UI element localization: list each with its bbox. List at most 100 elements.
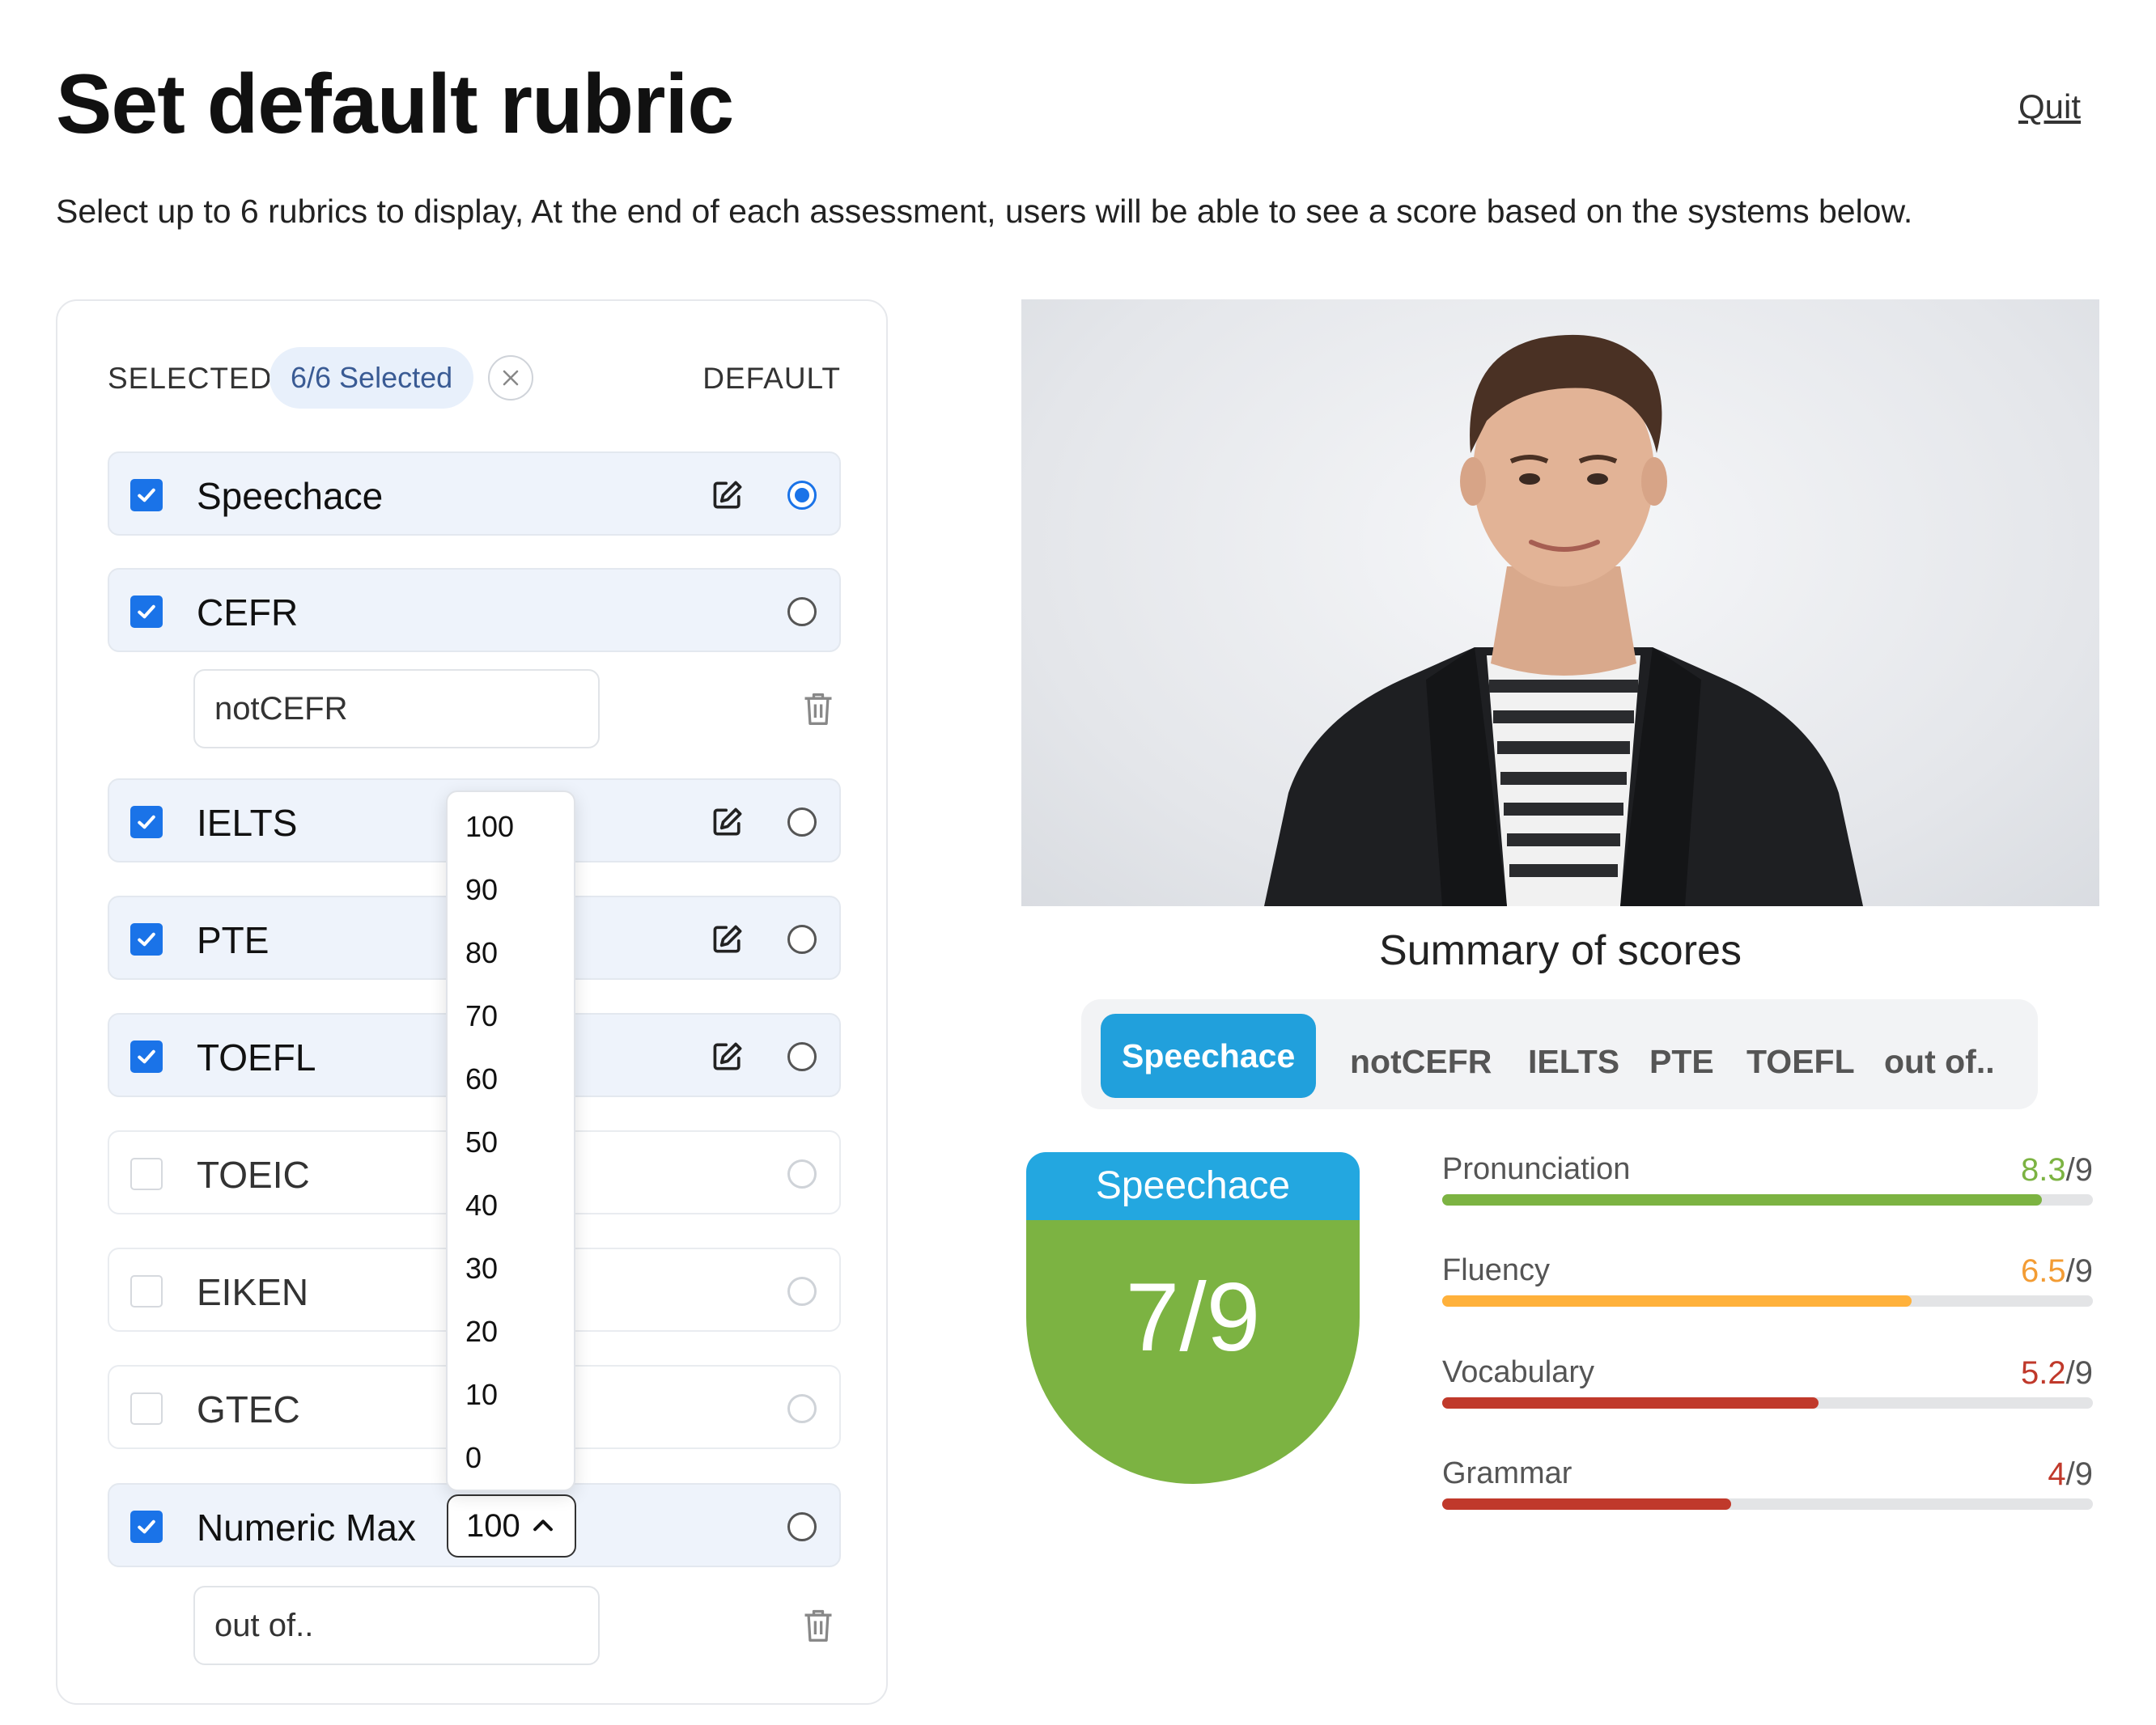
tab-ielts[interactable]: IELTS: [1528, 1019, 1619, 1104]
summary-title: Summary of scores: [1379, 927, 1742, 974]
check-icon: [138, 932, 155, 947]
metric-value: 6.5/9: [2021, 1253, 2093, 1290]
default-radio-numeric-max[interactable]: [787, 1512, 817, 1541]
rubric-row-cefr: CEFR: [108, 568, 841, 652]
checkbox-eiken[interactable]: [130, 1275, 163, 1308]
page-title: Set default rubric: [56, 57, 734, 151]
metric-name: Vocabulary: [1442, 1355, 1595, 1389]
metric-fluency: Fluency 6.5/9: [1442, 1253, 2093, 1342]
tab-out-of[interactable]: out of..: [1884, 1019, 1995, 1104]
default-radio-eiken[interactable]: [787, 1277, 817, 1306]
default-radio-gtec[interactable]: [787, 1394, 817, 1423]
default-radio-pte[interactable]: [787, 925, 817, 954]
default-label: DEFAULT: [702, 362, 841, 395]
trash-icon[interactable]: [800, 1606, 836, 1645]
metric-name: Fluency: [1442, 1253, 1551, 1287]
quit-link[interactable]: Quit: [2018, 87, 2081, 126]
checkbox-speechace[interactable]: [130, 479, 163, 511]
numeric-max-alias-input[interactable]: [193, 1586, 600, 1665]
metric-bar-track: [1442, 1194, 2093, 1206]
rubric-label: CEFR: [197, 591, 299, 634]
metric-max: /9: [2065, 1456, 2093, 1492]
metric-max: /9: [2065, 1152, 2093, 1188]
rubric-label: Speechace: [197, 475, 384, 517]
presenter-image: [1264, 334, 1863, 906]
check-icon: [138, 815, 155, 829]
dropdown-option[interactable]: 20: [465, 1315, 498, 1349]
metric-max: /9: [2065, 1355, 2093, 1391]
tab-pte[interactable]: PTE: [1649, 1019, 1714, 1104]
check-icon: [138, 1519, 155, 1534]
max-value-text: 100: [466, 1508, 520, 1544]
dropdown-option[interactable]: 0: [465, 1441, 482, 1475]
dropdown-option[interactable]: 40: [465, 1189, 498, 1223]
page-subtitle: Select up to 6 rubrics to display, At th…: [56, 193, 1913, 230]
trash-icon[interactable]: [800, 689, 836, 728]
edit-icon[interactable]: [710, 477, 745, 513]
edit-icon[interactable]: [710, 804, 745, 840]
metric-bar-track: [1442, 1397, 2093, 1409]
default-radio-ielts[interactable]: [787, 807, 817, 837]
default-radio-toefl[interactable]: [787, 1042, 817, 1071]
rubric-row-speechace: Speechace: [108, 451, 841, 536]
dropdown-option[interactable]: 60: [465, 1062, 498, 1096]
tab-speechace[interactable]: Speechace: [1101, 1014, 1317, 1098]
dropdown-option[interactable]: 80: [465, 936, 498, 970]
metric-name: Grammar: [1442, 1456, 1572, 1490]
dropdown-option[interactable]: 70: [465, 999, 498, 1033]
presenter-video[interactable]: [1021, 299, 2099, 906]
dropdown-option[interactable]: 10: [465, 1378, 498, 1412]
edit-icon[interactable]: [710, 922, 745, 957]
metric-bar-fill: [1442, 1397, 1819, 1409]
metric-bar-track: [1442, 1498, 2093, 1510]
close-icon: [503, 370, 519, 386]
metric-bar-track: [1442, 1295, 2093, 1307]
default-radio-speechace[interactable]: [787, 481, 817, 510]
check-icon: [138, 1049, 155, 1064]
metric-bar-fill: [1442, 1498, 1731, 1510]
check-icon: [138, 488, 155, 502]
checkbox-cefr[interactable]: [130, 595, 163, 628]
tab-notcefr[interactable]: notCEFR: [1350, 1019, 1492, 1104]
checkbox-pte[interactable]: [130, 923, 163, 956]
checkbox-ielts[interactable]: [130, 806, 163, 838]
clear-selection-button[interactable]: [488, 355, 533, 401]
rubric-label: Numeric Max: [197, 1507, 416, 1549]
metric-value: 8.3/9: [2021, 1152, 2093, 1189]
metric-score: 6.5: [2021, 1253, 2066, 1289]
rubric-label: TOEFL: [197, 1036, 316, 1079]
panel-header: SELECTED 6/6 Selected DEFAULT: [108, 345, 841, 410]
default-radio-cefr[interactable]: [787, 597, 817, 626]
edit-icon[interactable]: [710, 1039, 745, 1074]
rubric-label: PTE: [197, 919, 270, 961]
metric-value: 4/9: [2048, 1456, 2093, 1493]
rubric-label: TOEIC: [197, 1154, 310, 1196]
dropdown-option[interactable]: 50: [465, 1125, 498, 1159]
score-card-value: 7/9: [1026, 1220, 1360, 1484]
metric-score: 8.3: [2021, 1152, 2066, 1188]
check-icon: [138, 604, 155, 619]
score-card: Speechace 7/9: [1026, 1152, 1360, 1486]
metric-score: 4: [2048, 1456, 2066, 1492]
metric-score: 5.2: [2021, 1355, 2066, 1391]
metric-pronunciation: Pronunciation 8.3/9: [1442, 1152, 2093, 1241]
checkbox-toefl[interactable]: [130, 1041, 163, 1073]
checkbox-gtec[interactable]: [130, 1392, 163, 1425]
rubric-label: IELTS: [197, 802, 298, 844]
metric-vocabulary: Vocabulary 5.2/9: [1442, 1355, 2093, 1444]
rubric-row-numeric-max: Numeric Max 100: [108, 1483, 841, 1567]
checkbox-toeic[interactable]: [130, 1158, 163, 1190]
default-radio-toeic[interactable]: [787, 1159, 817, 1189]
selected-count-badge: 6/6 Selected: [270, 347, 474, 409]
dropdown-option[interactable]: 100: [465, 810, 514, 844]
checkbox-numeric-max[interactable]: [130, 1511, 163, 1543]
chevron-up-icon: [533, 1519, 553, 1532]
metric-max: /9: [2065, 1253, 2093, 1289]
selected-label: SELECTED: [108, 362, 273, 395]
dropdown-option[interactable]: 30: [465, 1252, 498, 1286]
dropdown-option[interactable]: 90: [465, 873, 498, 907]
score-card-header: Speechace: [1026, 1152, 1360, 1220]
max-value-select[interactable]: 100: [447, 1494, 576, 1558]
cefr-alias-input[interactable]: [193, 669, 600, 748]
tab-toefl[interactable]: TOEFL: [1746, 1019, 1855, 1104]
